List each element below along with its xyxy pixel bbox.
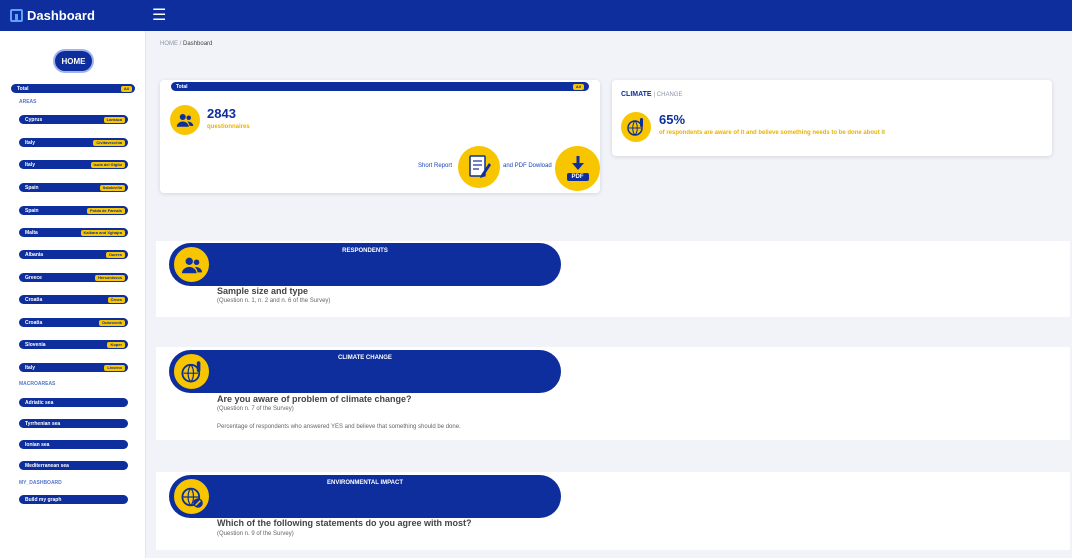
sidebar-item-badge: Salobreña bbox=[99, 184, 125, 191]
section-title: Which of the following statements do you… bbox=[217, 518, 472, 528]
globe-leaf-icon bbox=[172, 477, 211, 516]
total-card bbox=[160, 80, 600, 193]
sidebar-item-area[interactable]: Slovenia Koper bbox=[19, 340, 128, 349]
pdf-label: PDF bbox=[566, 173, 589, 181]
sidebar-item-label: Albania bbox=[25, 251, 44, 258]
section-question: (Question n. 1, n. 2 and n. 6 of the Sur… bbox=[217, 298, 331, 304]
areas-heading: AREAS bbox=[19, 99, 37, 105]
section-question: (Question n. 7 of the Survey) bbox=[217, 406, 294, 412]
sidebar-item-label: Malta bbox=[25, 229, 38, 236]
sidebar-item-total[interactable]: Total All bbox=[11, 84, 135, 93]
breadcrumb-separator: / bbox=[179, 41, 182, 47]
app-title: Dashboard bbox=[27, 8, 95, 23]
climate-subtitle-text: | CHANGE bbox=[653, 92, 683, 98]
respondents-banner-title: RESPONDENTS bbox=[342, 248, 388, 254]
sidebar-item-label: Italy bbox=[25, 161, 36, 168]
sidebar-item-macroarea[interactable]: Tyrrhenian sea bbox=[19, 419, 128, 428]
breadcrumb: HOME / Dashboard bbox=[160, 41, 212, 47]
sidebar-item-area[interactable]: Albania Durres bbox=[19, 250, 128, 259]
short-report-link[interactable]: Short Report bbox=[418, 163, 452, 169]
sidebar-item-label: Mediterranean sea bbox=[25, 462, 69, 469]
sidebar-item-badge: Dubrovnik bbox=[99, 319, 125, 326]
climate-change-banner-title: CLIMATE CHANGE bbox=[338, 355, 392, 361]
users-icon bbox=[170, 105, 200, 135]
users-icon bbox=[172, 245, 211, 284]
globe-thermometer-icon bbox=[172, 352, 211, 391]
sidebar-item-area[interactable]: Italy Livorno bbox=[19, 363, 128, 372]
sidebar-item-label: Ionian sea bbox=[25, 441, 50, 448]
dashboard-logo-icon bbox=[10, 9, 23, 22]
sidebar-item-macroarea[interactable]: Mediterranean sea bbox=[19, 461, 128, 470]
sidebar-item-label: Cyprus bbox=[25, 116, 43, 123]
section-note: Percentage of respondents who answered Y… bbox=[217, 424, 461, 430]
respondents-banner: RESPONDENTS bbox=[169, 243, 561, 286]
sidebar-item-area[interactable]: Croatia Črnes bbox=[19, 295, 128, 304]
climate-percent: 65% bbox=[659, 112, 686, 127]
sidebar-item-area[interactable]: Cyprus Larnaca bbox=[19, 115, 128, 124]
sidebar: HOME Total All AREAS Cyprus Larnaca Italy… bbox=[0, 31, 146, 558]
sidebar-item-label: Spain bbox=[25, 207, 39, 214]
sidebar-item-badge: Livorno bbox=[104, 364, 125, 371]
build-graph-label: Build my graph bbox=[25, 496, 62, 503]
sidebar-item-label: Adriatic sea bbox=[25, 399, 54, 406]
sidebar-item-area[interactable]: Malta Kalkara and Xghajra bbox=[19, 228, 128, 237]
sidebar-item-badge: All bbox=[120, 85, 132, 92]
sidebar-item-label: Tyrrhenian sea bbox=[25, 420, 61, 427]
sidebar-item-macroarea[interactable]: Ionian sea bbox=[19, 440, 128, 449]
questionnaires-count: 2843 bbox=[207, 106, 236, 121]
my-dashboard-heading: MY_DASHBOARD bbox=[19, 480, 62, 486]
section-title: Sample size and type bbox=[217, 286, 309, 296]
sidebar-item-label: Croatia bbox=[25, 296, 43, 303]
sidebar-item-badge: Isola del Giglio bbox=[90, 161, 125, 168]
climate-card-title: CLIMATE | CHANGE bbox=[621, 91, 682, 98]
top-navbar: Dashboard ☰ bbox=[0, 0, 1072, 31]
sidebar-item-badge: Kalkara and Xghajra bbox=[80, 229, 125, 236]
section-title: Are you aware of problem of climate chan… bbox=[217, 394, 412, 404]
sidebar-item-label: Spain bbox=[25, 184, 39, 191]
climate-change-banner: CLIMATE CHANGE bbox=[169, 350, 561, 393]
climate-title-text: CLIMATE bbox=[621, 91, 652, 98]
sidebar-item-label: Slovenia bbox=[25, 341, 46, 348]
breadcrumb-current: Dashboard bbox=[183, 41, 213, 47]
sidebar-item-badge: Koper bbox=[107, 341, 125, 348]
sidebar-item-area[interactable]: Italy Isola del Giglio bbox=[19, 160, 128, 169]
sidebar-item-label: Total bbox=[17, 85, 29, 92]
build-graph-button[interactable]: Build my graph bbox=[19, 495, 128, 504]
sidebar-item-label: Croatia bbox=[25, 319, 43, 326]
sidebar-item-area[interactable]: Italy Civitavecchia bbox=[19, 138, 128, 147]
sidebar-item-badge: Črnes bbox=[107, 296, 125, 303]
sidebar-item-area[interactable]: Spain Polda de Farnals bbox=[19, 206, 128, 215]
brand[interactable]: Dashboard bbox=[0, 8, 150, 23]
sidebar-item-label: Italy bbox=[25, 139, 36, 146]
sidebar-item-badge: Larnaca bbox=[103, 116, 125, 123]
macroareas-heading: MACROAREAS bbox=[19, 381, 56, 387]
sidebar-item-badge: Hersonissos bbox=[94, 274, 125, 281]
total-bar: Total All bbox=[171, 82, 589, 91]
environmental-impact-banner: ENVIRONMENTAL IMPACT bbox=[169, 475, 561, 518]
total-bar-label: Total bbox=[176, 83, 188, 90]
climate-description: of respondents are aware of it and belie… bbox=[659, 130, 886, 136]
breadcrumb-home[interactable]: HOME bbox=[160, 41, 178, 47]
sidebar-item-area[interactable]: Croatia Dubrovnik bbox=[19, 318, 128, 327]
hamburger-menu-icon[interactable]: ☰ bbox=[152, 7, 166, 24]
questionnaires-label: questionnaires bbox=[207, 124, 250, 130]
home-button[interactable]: HOME bbox=[55, 51, 92, 71]
environmental-impact-banner-title: ENVIRONMENTAL IMPACT bbox=[327, 480, 403, 486]
sidebar-item-area[interactable]: Spain Salobreña bbox=[19, 183, 128, 192]
globe-thermometer-icon bbox=[621, 112, 651, 142]
sidebar-item-label: Italy bbox=[25, 364, 36, 371]
sidebar-item-badge: Durres bbox=[106, 251, 125, 258]
sidebar-item-label: Greece bbox=[25, 274, 42, 281]
sidebar-item-macroarea[interactable]: Adriatic sea bbox=[19, 398, 128, 407]
pdf-download-link[interactable]: and PDF Dowload bbox=[503, 163, 552, 169]
sidebar-item-area[interactable]: Greece Hersonissos bbox=[19, 273, 128, 282]
section-question: (Question n. 9 of the Survey) bbox=[217, 531, 294, 537]
total-bar-badge: All bbox=[572, 83, 584, 90]
sidebar-item-badge: Civitavecchia bbox=[93, 139, 125, 146]
report-document-icon[interactable] bbox=[458, 146, 500, 188]
pdf-download-icon[interactable]: PDF bbox=[555, 146, 600, 191]
sidebar-item-badge: Polda de Farnals bbox=[86, 207, 125, 214]
